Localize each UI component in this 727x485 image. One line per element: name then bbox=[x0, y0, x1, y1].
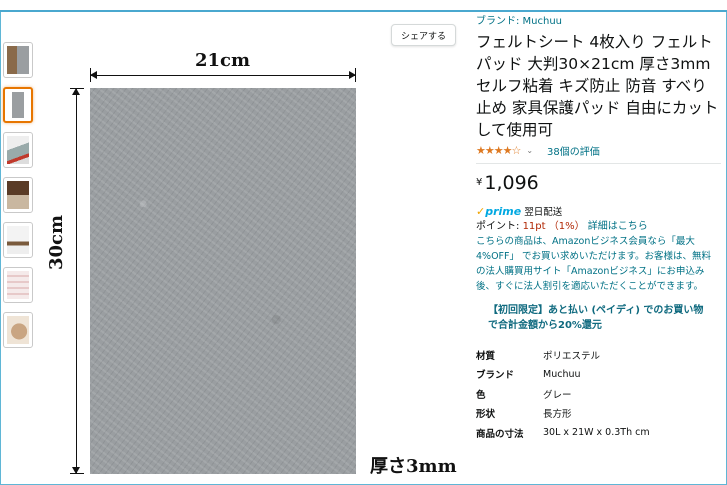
points-details-link[interactable]: 詳細はこちら bbox=[588, 221, 648, 232]
price-amount: 1,096 bbox=[484, 172, 539, 194]
spec-row: 形状 長方形 bbox=[476, 404, 721, 424]
product-title: フェルトシート 4枚入り フェルトパッド 大判30×21cm 厚さ3mm セルフ… bbox=[476, 33, 719, 139]
spec-row: 材質 ポリエステル bbox=[476, 345, 721, 365]
top-bar bbox=[0, 0, 727, 12]
thumbnail-2-image bbox=[12, 92, 24, 118]
points-value: 11pt （1%） bbox=[522, 221, 585, 232]
rating-row: ★★★★☆ ⌄ 38個の評価 bbox=[476, 142, 721, 158]
share-button[interactable]: シェアする bbox=[391, 24, 456, 46]
thumbnail-strip bbox=[3, 42, 33, 357]
price: ¥ 1,096 bbox=[476, 172, 721, 202]
paidy-promo-link[interactable]: 【初回限定】あと払い (ペイディ) でのお買い物で合計金額から20%還元 bbox=[488, 303, 713, 333]
prime-logo: prime bbox=[485, 204, 522, 218]
width-tick-right bbox=[355, 68, 356, 82]
spec-value: グレー bbox=[543, 389, 572, 401]
height-label: 30cm bbox=[46, 214, 67, 270]
thickness-label: 厚さ3mm bbox=[370, 456, 457, 477]
height-tick-top bbox=[70, 88, 84, 89]
prime-delivery: ✓ prime 翌日配送 bbox=[476, 203, 721, 219]
thumbnail-7-image bbox=[7, 316, 29, 344]
spec-row: 商品の寸法 30L x 21W x 0.3Th cm bbox=[476, 423, 721, 443]
spec-value: Muchuu bbox=[543, 368, 581, 380]
review-count-link[interactable]: 38個の評価 bbox=[547, 143, 600, 158]
product-info: ブランド: Muchuu フェルトシート 4枚入り フェルトパッド 大判30×2… bbox=[476, 13, 721, 443]
spec-table: 材質 ポリエステル ブランド Muchuu 色 グレー 形状 長方形 商品の寸法… bbox=[476, 345, 721, 443]
star-rating-icon[interactable]: ★★★★☆ bbox=[476, 144, 521, 157]
points-label: ポイント: bbox=[476, 221, 523, 232]
spec-row: 色 グレー bbox=[476, 384, 721, 404]
spec-key: ブランド bbox=[476, 370, 515, 382]
thumbnail-2[interactable] bbox=[3, 87, 33, 123]
spec-key: 商品の寸法 bbox=[476, 428, 524, 440]
height-tick-bottom bbox=[70, 473, 84, 474]
delivery-text: 翌日配送 bbox=[524, 207, 563, 218]
business-note[interactable]: こちらの商品は、Amazonビジネス会員なら「最大4%OFF」 でお買い求めいた… bbox=[476, 234, 719, 294]
spec-key: 形状 bbox=[476, 409, 496, 421]
brand-link[interactable]: ブランド: Muchuu bbox=[476, 13, 721, 31]
width-tick-left bbox=[90, 68, 91, 82]
chevron-down-icon[interactable]: ⌄ bbox=[526, 146, 533, 155]
points-row: ポイント: 11pt （1%） 詳細はこちら bbox=[476, 219, 721, 234]
thumbnail-7[interactable] bbox=[3, 312, 33, 348]
thumbnail-3[interactable] bbox=[3, 132, 33, 168]
prime-check-icon: ✓ bbox=[476, 204, 486, 218]
thumbnail-4[interactable] bbox=[3, 177, 33, 213]
height-dimension-arrow bbox=[72, 88, 80, 474]
spec-key: 材質 bbox=[476, 350, 496, 362]
thumbnail-1[interactable] bbox=[3, 42, 33, 78]
width-dimension-arrow bbox=[90, 71, 356, 79]
thumbnail-4-image bbox=[7, 181, 29, 209]
thumbnail-1-image bbox=[7, 46, 29, 74]
thumbnail-5-image bbox=[7, 226, 29, 254]
spec-row: ブランド Muchuu bbox=[476, 365, 721, 385]
divider bbox=[476, 163, 721, 164]
spec-value: 長方形 bbox=[543, 409, 572, 421]
width-label: 21cm bbox=[195, 50, 251, 71]
thumbnail-3-image bbox=[7, 136, 29, 164]
felt-sheet-image bbox=[90, 88, 356, 474]
thumbnail-6-image bbox=[7, 271, 29, 299]
spec-key: 色 bbox=[476, 389, 486, 401]
price-currency: ¥ bbox=[476, 177, 483, 188]
spec-value: ポリエステル bbox=[543, 350, 601, 362]
spec-value: 30L x 21W x 0.3Th cm bbox=[543, 427, 650, 439]
thumbnail-6[interactable] bbox=[3, 267, 33, 303]
main-product-image[interactable]: 21cm 30cm 厚さ3mm bbox=[46, 20, 460, 485]
thumbnail-5[interactable] bbox=[3, 222, 33, 258]
